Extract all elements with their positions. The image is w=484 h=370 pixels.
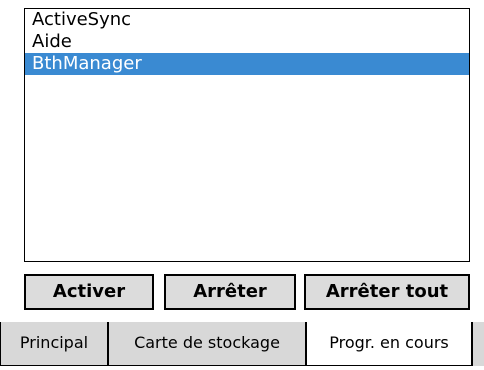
running-programs-list[interactable]: ActiveSync Aide BthManager — [24, 8, 470, 262]
tab-running-programs[interactable]: Progr. en cours — [306, 322, 472, 366]
tab-storage-card[interactable]: Carte de stockage — [108, 322, 306, 366]
activate-button[interactable]: Activer — [24, 274, 154, 310]
list-item-activesync[interactable]: ActiveSync — [25, 9, 469, 31]
tab-principal[interactable]: Principal — [0, 322, 108, 366]
stop-button[interactable]: Arrêter — [164, 274, 296, 310]
tab-bar-filler — [472, 322, 484, 366]
list-item-bthmanager[interactable]: BthManager — [25, 53, 469, 75]
stop-all-button[interactable]: Arrêter tout — [304, 274, 470, 310]
list-item-aide[interactable]: Aide — [25, 31, 469, 53]
tab-bar: Principal Carte de stockage Progr. en co… — [0, 322, 484, 370]
